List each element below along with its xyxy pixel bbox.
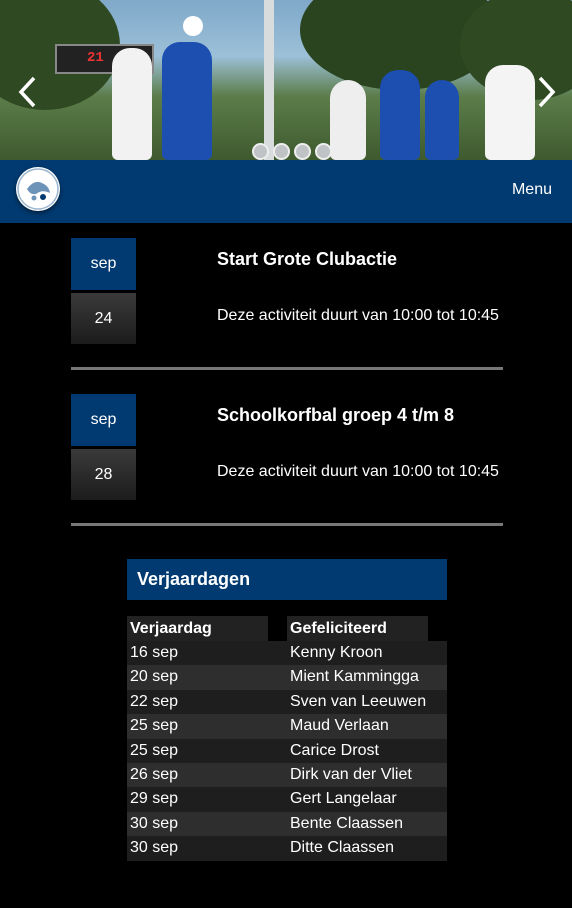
carousel-dot[interactable] (252, 143, 269, 160)
event-month: sep (71, 394, 136, 446)
column-header-name: Gefeliciteerd (287, 616, 428, 641)
birthday-date: 20 sep (130, 668, 179, 686)
birthday-name: Gert Langelaar (290, 790, 397, 808)
player-figure (162, 42, 212, 160)
player-figure (425, 80, 459, 160)
chevron-right-icon (538, 76, 556, 108)
ball (183, 16, 203, 36)
club-logo-icon (17, 168, 59, 210)
birthday-date: 30 sep (130, 839, 179, 857)
birthday-name: Mient Kammingga (290, 668, 419, 686)
nav-bar: Menu (0, 160, 572, 223)
event-title[interactable]: Start Grote Clubactie (217, 249, 397, 270)
birthday-date: 25 sep (130, 741, 179, 759)
birthday-name: Kenny Kroon (290, 644, 383, 661)
table-row: 16 sep Kenny Kroon (127, 641, 447, 666)
event-title[interactable]: Schoolkorfbal groep 4 t/m 8 (217, 405, 454, 426)
birthday-date: 26 sep (130, 765, 179, 783)
birthday-name: Bente Claassen (290, 814, 403, 832)
birthday-name: Sven van Leeuwen (290, 692, 427, 710)
carousel-dot[interactable] (273, 143, 290, 160)
player-figure (485, 65, 535, 160)
birthday-name: Ditte Claassen (290, 839, 395, 857)
divider (71, 367, 503, 370)
divider (71, 523, 503, 526)
event-day: 24 (71, 293, 136, 344)
hero-carousel: 21 (0, 0, 572, 160)
birthday-date: 22 sep (130, 692, 179, 710)
carousel-next-button[interactable] (530, 72, 560, 112)
birthday-date: 25 sep (130, 717, 179, 735)
chevron-left-icon (18, 76, 36, 108)
player-figure (380, 70, 420, 160)
birthday-name: Carice Drost (290, 741, 379, 759)
event-month: sep (71, 238, 136, 290)
table-row: 25 sep Carice Drost (127, 738, 447, 763)
birthday-name: Maud Verlaan (290, 717, 389, 735)
goal-pole (264, 0, 274, 160)
birthdays-heading: Verjaardagen (127, 559, 447, 600)
carousel-prev-button[interactable] (14, 72, 44, 112)
birthday-name: Dirk van der Vliet (290, 765, 412, 783)
event-description: Deze activiteit duurt van 10:00 tot 10:4… (217, 463, 499, 480)
carousel-indicators (252, 143, 332, 160)
column-header-date: Verjaardag (127, 616, 268, 641)
carousel-dot[interactable] (315, 143, 332, 160)
menu-button[interactable]: Menu (512, 181, 552, 199)
table-header: Verjaardag Gefeliciteerd (127, 616, 447, 641)
birthdays-panel: Verjaardagen Verjaardag Gefeliciteerd 16… (127, 559, 447, 861)
birthday-date: 29 sep (130, 790, 179, 808)
table-row: 22 sep Sven van Leeuwen (127, 689, 447, 715)
birthdays-table: Verjaardag Gefeliciteerd 16 sep Kenny Kr… (127, 616, 447, 861)
carousel-dot[interactable] (294, 143, 311, 160)
player-figure (112, 48, 152, 160)
table-row: 25 sep Maud Verlaan (127, 714, 447, 739)
club-logo[interactable] (16, 167, 60, 211)
table-row: 29 sep Gert Langelaar (127, 787, 447, 812)
table-row: 30 sep Ditte Claassen (127, 836, 447, 861)
table-row: 20 sep Mient Kammingga (127, 665, 447, 690)
player-figure (330, 80, 366, 160)
birthday-date: 30 sep (130, 814, 179, 832)
event-description: Deze activiteit duurt van 10:00 tot 10:4… (217, 307, 499, 324)
table-row: 26 sep Dirk van der Vliet (127, 762, 447, 788)
birthday-date: 16 sep (130, 644, 179, 661)
event-item[interactable]: sep 28 Schoolkorfbal groep 4 t/m 8 Deze … (71, 394, 503, 500)
event-day: 28 (71, 449, 136, 500)
table-row: 30 sep Bente Claassen (127, 811, 447, 837)
event-item[interactable]: sep 24 Start Grote Clubactie Deze activi… (71, 238, 503, 344)
